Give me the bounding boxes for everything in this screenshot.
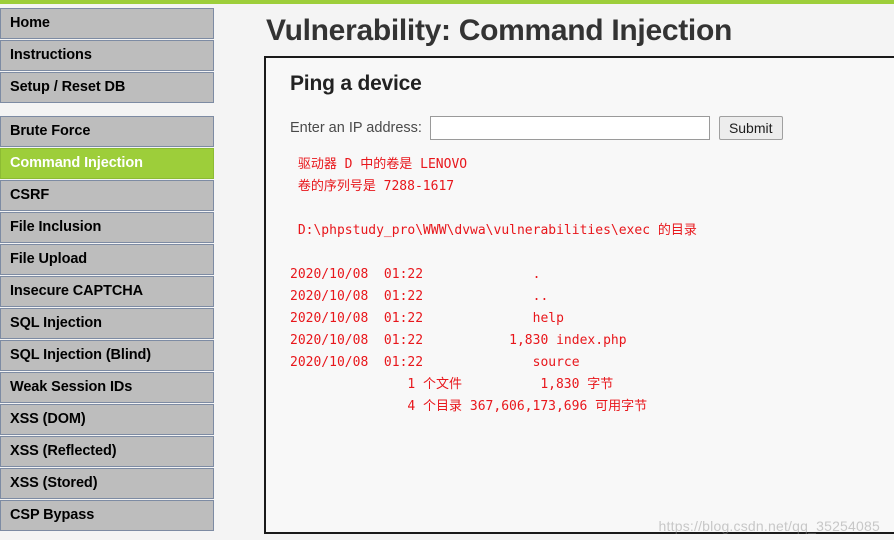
panel-heading: Ping a device <box>290 72 422 95</box>
sidebar-group-general: Home Instructions Setup / Reset DB <box>0 8 216 103</box>
sidebar-item-weak-session-ids[interactable]: Weak Session IDs <box>0 372 214 403</box>
sidebar-item-command-injection[interactable]: Command Injection <box>0 148 214 179</box>
ping-form: Enter an IP address: Submit <box>290 116 894 140</box>
sidebar-item-sql-injection[interactable]: SQL Injection <box>0 308 214 339</box>
sidebar-item-xss-stored[interactable]: XSS (Stored) <box>0 468 214 499</box>
ip-address-input[interactable] <box>429 116 710 140</box>
page-title: Vulnerability: Command Injection <box>266 14 733 47</box>
sidebar-group-vulnerabilities: Brute Force Command Injection CSRF File … <box>0 116 216 531</box>
sidebar-navigation: Home Instructions Setup / Reset DB Brute… <box>0 8 216 532</box>
sidebar-item-xss-dom[interactable]: XSS (DOM) <box>0 404 214 435</box>
sidebar-item-insecure-captcha[interactable]: Insecure CAPTCHA <box>0 276 214 307</box>
sidebar-item-csrf[interactable]: CSRF <box>0 180 214 211</box>
sidebar-group-divider <box>0 104 216 116</box>
vulnerability-panel: Ping a device Enter an IP address: Submi… <box>264 56 894 534</box>
sidebar-item-xss-reflected[interactable]: XSS (Reflected) <box>0 436 214 467</box>
command-output: 驱动器 D 中的卷是 LENOVO 卷的序列号是 7288-1617 D:\ph… <box>290 157 697 414</box>
sidebar-item-file-upload[interactable]: File Upload <box>0 244 214 275</box>
sidebar-item-csp-bypass[interactable]: CSP Bypass <box>0 500 214 531</box>
sidebar-item-instructions[interactable]: Instructions <box>0 40 214 71</box>
sidebar-item-sql-injection-blind[interactable]: SQL Injection (Blind) <box>0 340 214 371</box>
sidebar-item-brute-force[interactable]: Brute Force <box>0 116 214 147</box>
sidebar-item-home[interactable]: Home <box>0 8 214 39</box>
sidebar-item-setup-reset-db[interactable]: Setup / Reset DB <box>0 72 214 103</box>
submit-button[interactable]: Submit <box>718 116 783 140</box>
ip-address-label: Enter an IP address: <box>290 120 422 136</box>
sidebar-item-file-inclusion[interactable]: File Inclusion <box>0 212 214 243</box>
main-content: Vulnerability: Command Injection Ping a … <box>264 4 894 534</box>
